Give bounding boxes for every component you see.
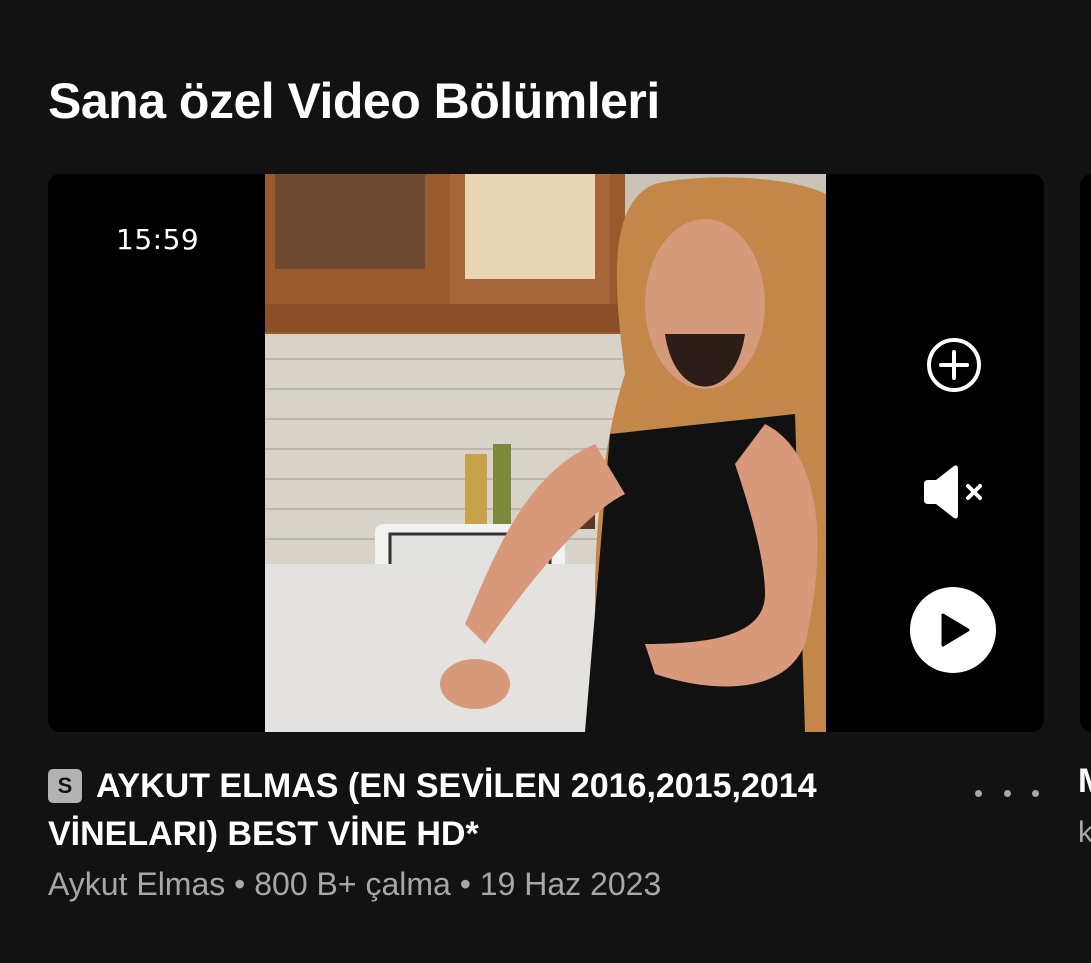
play-count: 800 B+ çalma: [254, 866, 451, 902]
video-card[interactable]: [48, 174, 1044, 732]
video-title-line[interactable]: S AYKUT ELMAS (EN SEVİLEN 2016,2015,2014 …: [48, 762, 948, 858]
speaker-muted-icon: [924, 465, 982, 519]
video-subtitle: Aykut Elmas • 800 B+ çalma • 19 Haz 2023: [48, 866, 661, 903]
next-card-subtitle: k: [1078, 816, 1091, 849]
video-badge: S: [48, 769, 82, 803]
add-circle-icon: [927, 338, 981, 392]
section-title: Sana özel Video Bölümleri: [48, 73, 660, 129]
video-duration: 15:59: [116, 223, 200, 256]
more-options-button[interactable]: [975, 776, 1039, 810]
video-meta: S AYKUT ELMAS (EN SEVİLEN 2016,2015,2014 …: [48, 762, 948, 858]
video-thumbnail[interactable]: [265, 174, 826, 732]
artist-name[interactable]: Aykut Elmas: [48, 866, 225, 902]
next-card-peek[interactable]: [1080, 174, 1091, 732]
next-card-title: M: [1078, 762, 1091, 801]
mute-button[interactable]: [920, 460, 988, 524]
play-icon: [941, 613, 970, 647]
add-to-library-button[interactable]: [923, 334, 985, 396]
release-date: 19 Haz 2023: [479, 866, 662, 902]
play-button[interactable]: [910, 587, 996, 673]
separator: •: [459, 866, 471, 902]
more-dots-icon: [975, 789, 982, 797]
separator: •: [234, 866, 246, 902]
video-title[interactable]: AYKUT ELMAS (EN SEVİLEN 2016,2015,2014 V…: [48, 767, 817, 853]
